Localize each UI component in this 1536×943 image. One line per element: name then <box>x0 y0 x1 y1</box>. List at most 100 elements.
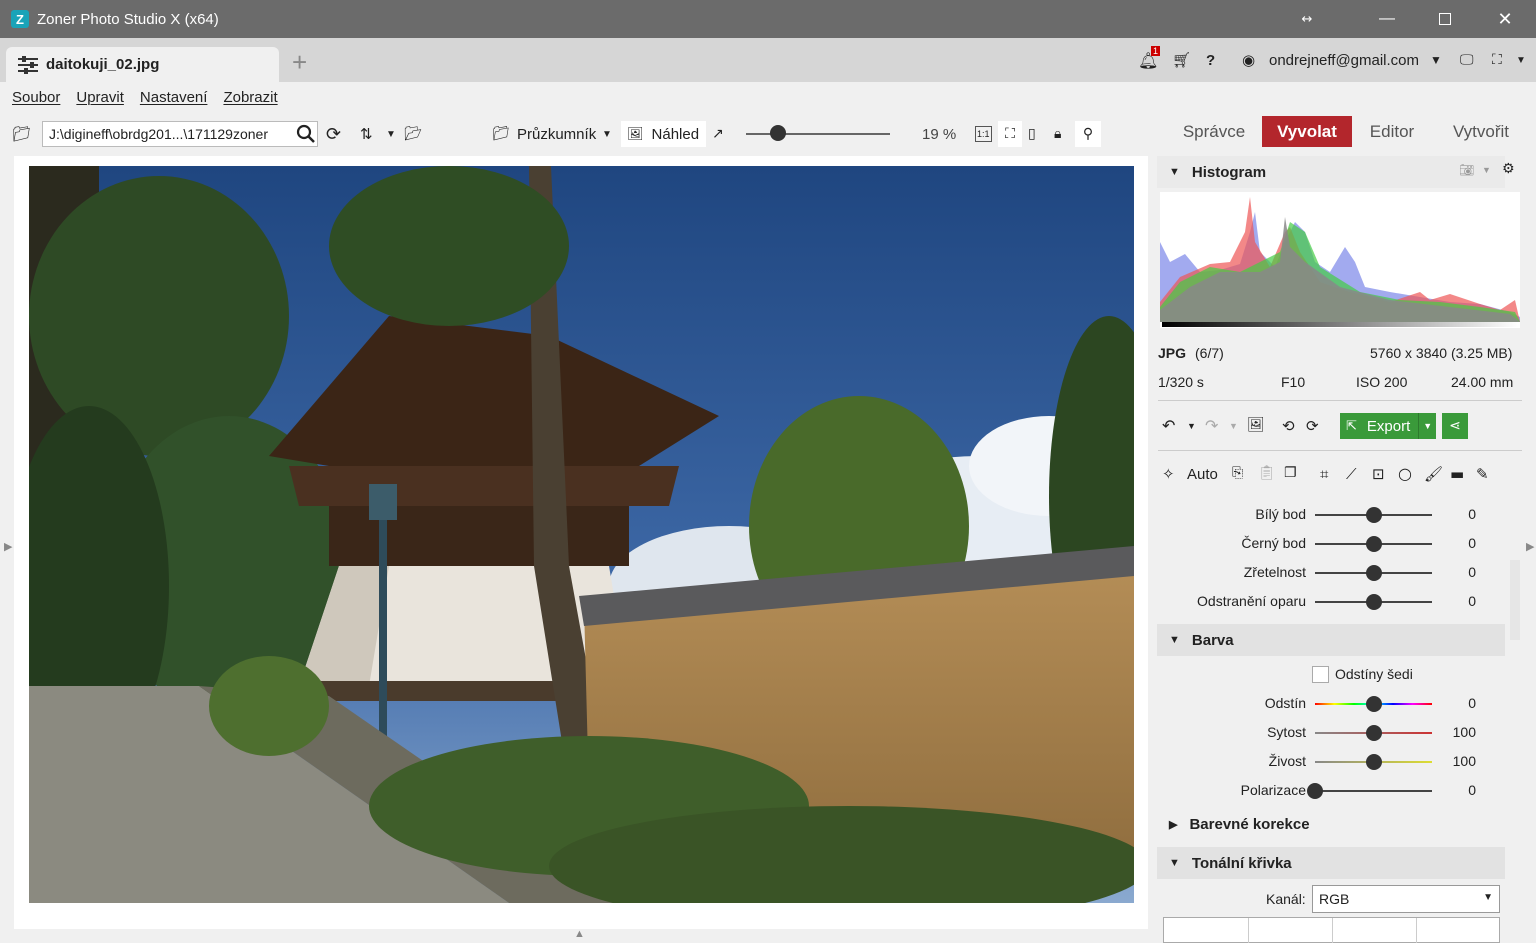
healing-icon[interactable]: ✎ <box>1476 465 1489 483</box>
monitor-icon[interactable]: 🖵︎ <box>1460 38 1474 82</box>
close-button[interactable]: ✕ <box>1482 0 1528 38</box>
tone-adjust-slider-knob[interactable] <box>1365 536 1382 552</box>
color-section-title: Barva <box>1191 631 1234 649</box>
rotate-left-icon[interactable]: ⟲ <box>1282 417 1295 435</box>
brush-icon[interactable]: 🖌︎ <box>1424 465 1443 483</box>
color-adjust-row: Polarizace 0 <box>1158 776 1506 805</box>
help-icon[interactable]: ? <box>1206 38 1215 82</box>
path-input[interactable]: J:\digineff\obrdg201...\171129zoner <box>42 121 318 147</box>
paste-settings-icon[interactable]: 📋︎ <box>1258 465 1276 481</box>
new-folder-icon[interactable]: 📂︎ <box>404 121 422 147</box>
navigator-dropdown[interactable]: Průzkumník <box>517 121 596 147</box>
menu-view[interactable]: Zobrazit <box>223 89 277 106</box>
sort-icon[interactable]: ⇅ <box>360 121 373 147</box>
menu-file[interactable]: Soubor <box>12 89 60 106</box>
histogram-gradient <box>1162 322 1518 327</box>
channel-select[interactable]: RGB ▼ <box>1312 885 1500 913</box>
tone-adjust-slider-knob[interactable] <box>1365 565 1382 581</box>
cart-icon[interactable]: 🛒︎ <box>1172 38 1191 82</box>
search-icon[interactable] <box>296 121 316 147</box>
minimize-button[interactable]: — <box>1364 0 1410 38</box>
export-button[interactable]: ⇱ Export ▼ <box>1340 413 1436 439</box>
color-section-header[interactable]: ▼ Barva <box>1157 624 1505 656</box>
color-adjust-value[interactable]: 0 <box>1468 695 1476 711</box>
radial-filter-icon[interactable]: ○ <box>1398 464 1412 483</box>
menu-settings[interactable]: Nastavení <box>140 89 208 106</box>
camera-icon[interactable]: 📷︎ <box>1459 163 1474 177</box>
color-adjust-slider-knob[interactable] <box>1365 754 1382 770</box>
tab-develop[interactable]: Vyvolat <box>1262 116 1352 147</box>
left-panel-toggle-icon[interactable]: ▶ <box>4 540 12 553</box>
lock-icon[interactable]: 🔒︎ <box>1054 121 1061 147</box>
histogram-graph <box>1160 197 1520 322</box>
tone-curve-graph[interactable] <box>1163 917 1500 943</box>
fullscreen-icon[interactable]: ⛶ <box>1492 38 1502 82</box>
folder-up-icon[interactable]: 📁︎ <box>12 121 31 147</box>
bottom-panel-toggle-icon[interactable]: ▲ <box>574 928 585 940</box>
file-index: (6/7) <box>1195 345 1224 361</box>
maximize-button[interactable] <box>1422 0 1468 38</box>
crop-icon[interactable]: ⌗ <box>1320 465 1328 483</box>
export-dropdown-icon[interactable]: ▼ <box>1418 413 1432 439</box>
rotate-right-icon[interactable]: ⟳ <box>1306 417 1319 435</box>
duplicate-icon[interactable]: ❐ <box>1284 465 1297 481</box>
resize-icon[interactable]: ↔ <box>1284 0 1330 38</box>
copy-settings-icon[interactable]: ⎘ <box>1232 465 1243 481</box>
undo-dropdown-icon[interactable]: ▼ <box>1187 421 1196 431</box>
tab-editor[interactable]: Editor <box>1358 116 1426 147</box>
tone-adjust-slider-knob[interactable] <box>1365 507 1382 523</box>
color-adjust-slider-knob[interactable] <box>1307 783 1323 799</box>
add-tab-button[interactable]: + <box>292 49 307 75</box>
tab-manager[interactable]: Správce <box>1172 116 1256 147</box>
before-after-icon[interactable]: 🖼︎ <box>1247 417 1265 433</box>
color-adjust-slider-knob[interactable] <box>1365 725 1382 741</box>
preview-button[interactable]: 🖼︎ Náhled <box>621 121 706 147</box>
grayscale-checkbox[interactable] <box>1312 666 1329 683</box>
fit-screen-icon[interactable]: ⛶ <box>998 121 1022 147</box>
fit-height-icon[interactable]: ▯ <box>1028 121 1036 147</box>
share-icon[interactable]: ⋖ <box>1442 413 1468 439</box>
document-tab[interactable]: daitokuji_02.jpg <box>6 47 279 82</box>
tone-adjust-value[interactable]: 0 <box>1468 506 1476 522</box>
histogram-header[interactable]: ▼ Histogram <box>1157 156 1505 188</box>
tab-create[interactable]: Vytvořit <box>1436 116 1526 147</box>
tone-curve-header[interactable]: ▼ Tonální křivka <box>1157 847 1505 879</box>
right-panel-toggle-icon[interactable]: ▶ <box>1526 540 1534 553</box>
gradient-filter-icon[interactable]: ⊡ <box>1372 465 1385 483</box>
tone-adjust-value[interactable]: 0 <box>1468 535 1476 551</box>
tone-adjust-value[interactable]: 0 <box>1468 593 1476 609</box>
histogram-chart <box>1160 192 1520 328</box>
tone-adjust-value[interactable]: 0 <box>1468 564 1476 580</box>
redo-dropdown-icon[interactable]: ▼ <box>1229 421 1238 431</box>
tone-adjust-slider-knob[interactable] <box>1365 594 1382 610</box>
open-external-icon[interactable]: ↗ <box>712 121 724 147</box>
settings-gear-icon[interactable]: ⚙ <box>1502 161 1515 177</box>
redo-icon[interactable]: ↷ <box>1205 416 1218 435</box>
auto-button[interactable]: Auto <box>1187 466 1218 483</box>
compare-icon[interactable]: ⚲ <box>1075 121 1101 147</box>
account-email[interactable]: ondrejneff@gmail.com <box>1269 38 1419 82</box>
menu-edit[interactable]: Upravit <box>76 89 124 106</box>
color-correction-header[interactable]: ▶ Barevné korekce <box>1157 808 1505 840</box>
camera-dropdown-icon[interactable]: ▼ <box>1482 165 1491 175</box>
account-dropdown-icon[interactable]: ▼ <box>1430 38 1442 82</box>
fullscreen-dropdown-icon[interactable]: ▼ <box>1516 38 1526 82</box>
undo-icon[interactable]: ↶ <box>1162 416 1175 435</box>
sort-dropdown-icon[interactable]: ▼ <box>386 121 396 147</box>
notifications-icon[interactable]: 🔔︎ 1 <box>1138 38 1161 82</box>
zoom-slider-knob[interactable] <box>769 125 786 141</box>
color-adjust-slider-knob[interactable] <box>1365 696 1382 712</box>
photo-preview[interactable] <box>29 166 1134 903</box>
perspective-icon[interactable]: ⟋ <box>1346 465 1357 483</box>
refresh-icon[interactable]: ⟳ <box>326 121 341 147</box>
zoom-1to1-icon[interactable]: 1:1 <box>975 126 992 142</box>
color-adjust-value[interactable]: 100 <box>1453 724 1476 740</box>
color-adjust-slider-track[interactable] <box>1315 790 1432 792</box>
color-adjust-value[interactable]: 100 <box>1453 753 1476 769</box>
panel-scrollbar[interactable] <box>1510 560 1520 640</box>
shutter-speed: 1/320 s <box>1158 374 1204 390</box>
color-adjust-value[interactable]: 0 <box>1468 782 1476 798</box>
auto-wand-icon[interactable]: ✧ <box>1162 465 1175 483</box>
eraser-icon[interactable]: ▬ <box>1450 465 1464 483</box>
navigator-dropdown-icon[interactable]: ▼ <box>602 121 612 147</box>
